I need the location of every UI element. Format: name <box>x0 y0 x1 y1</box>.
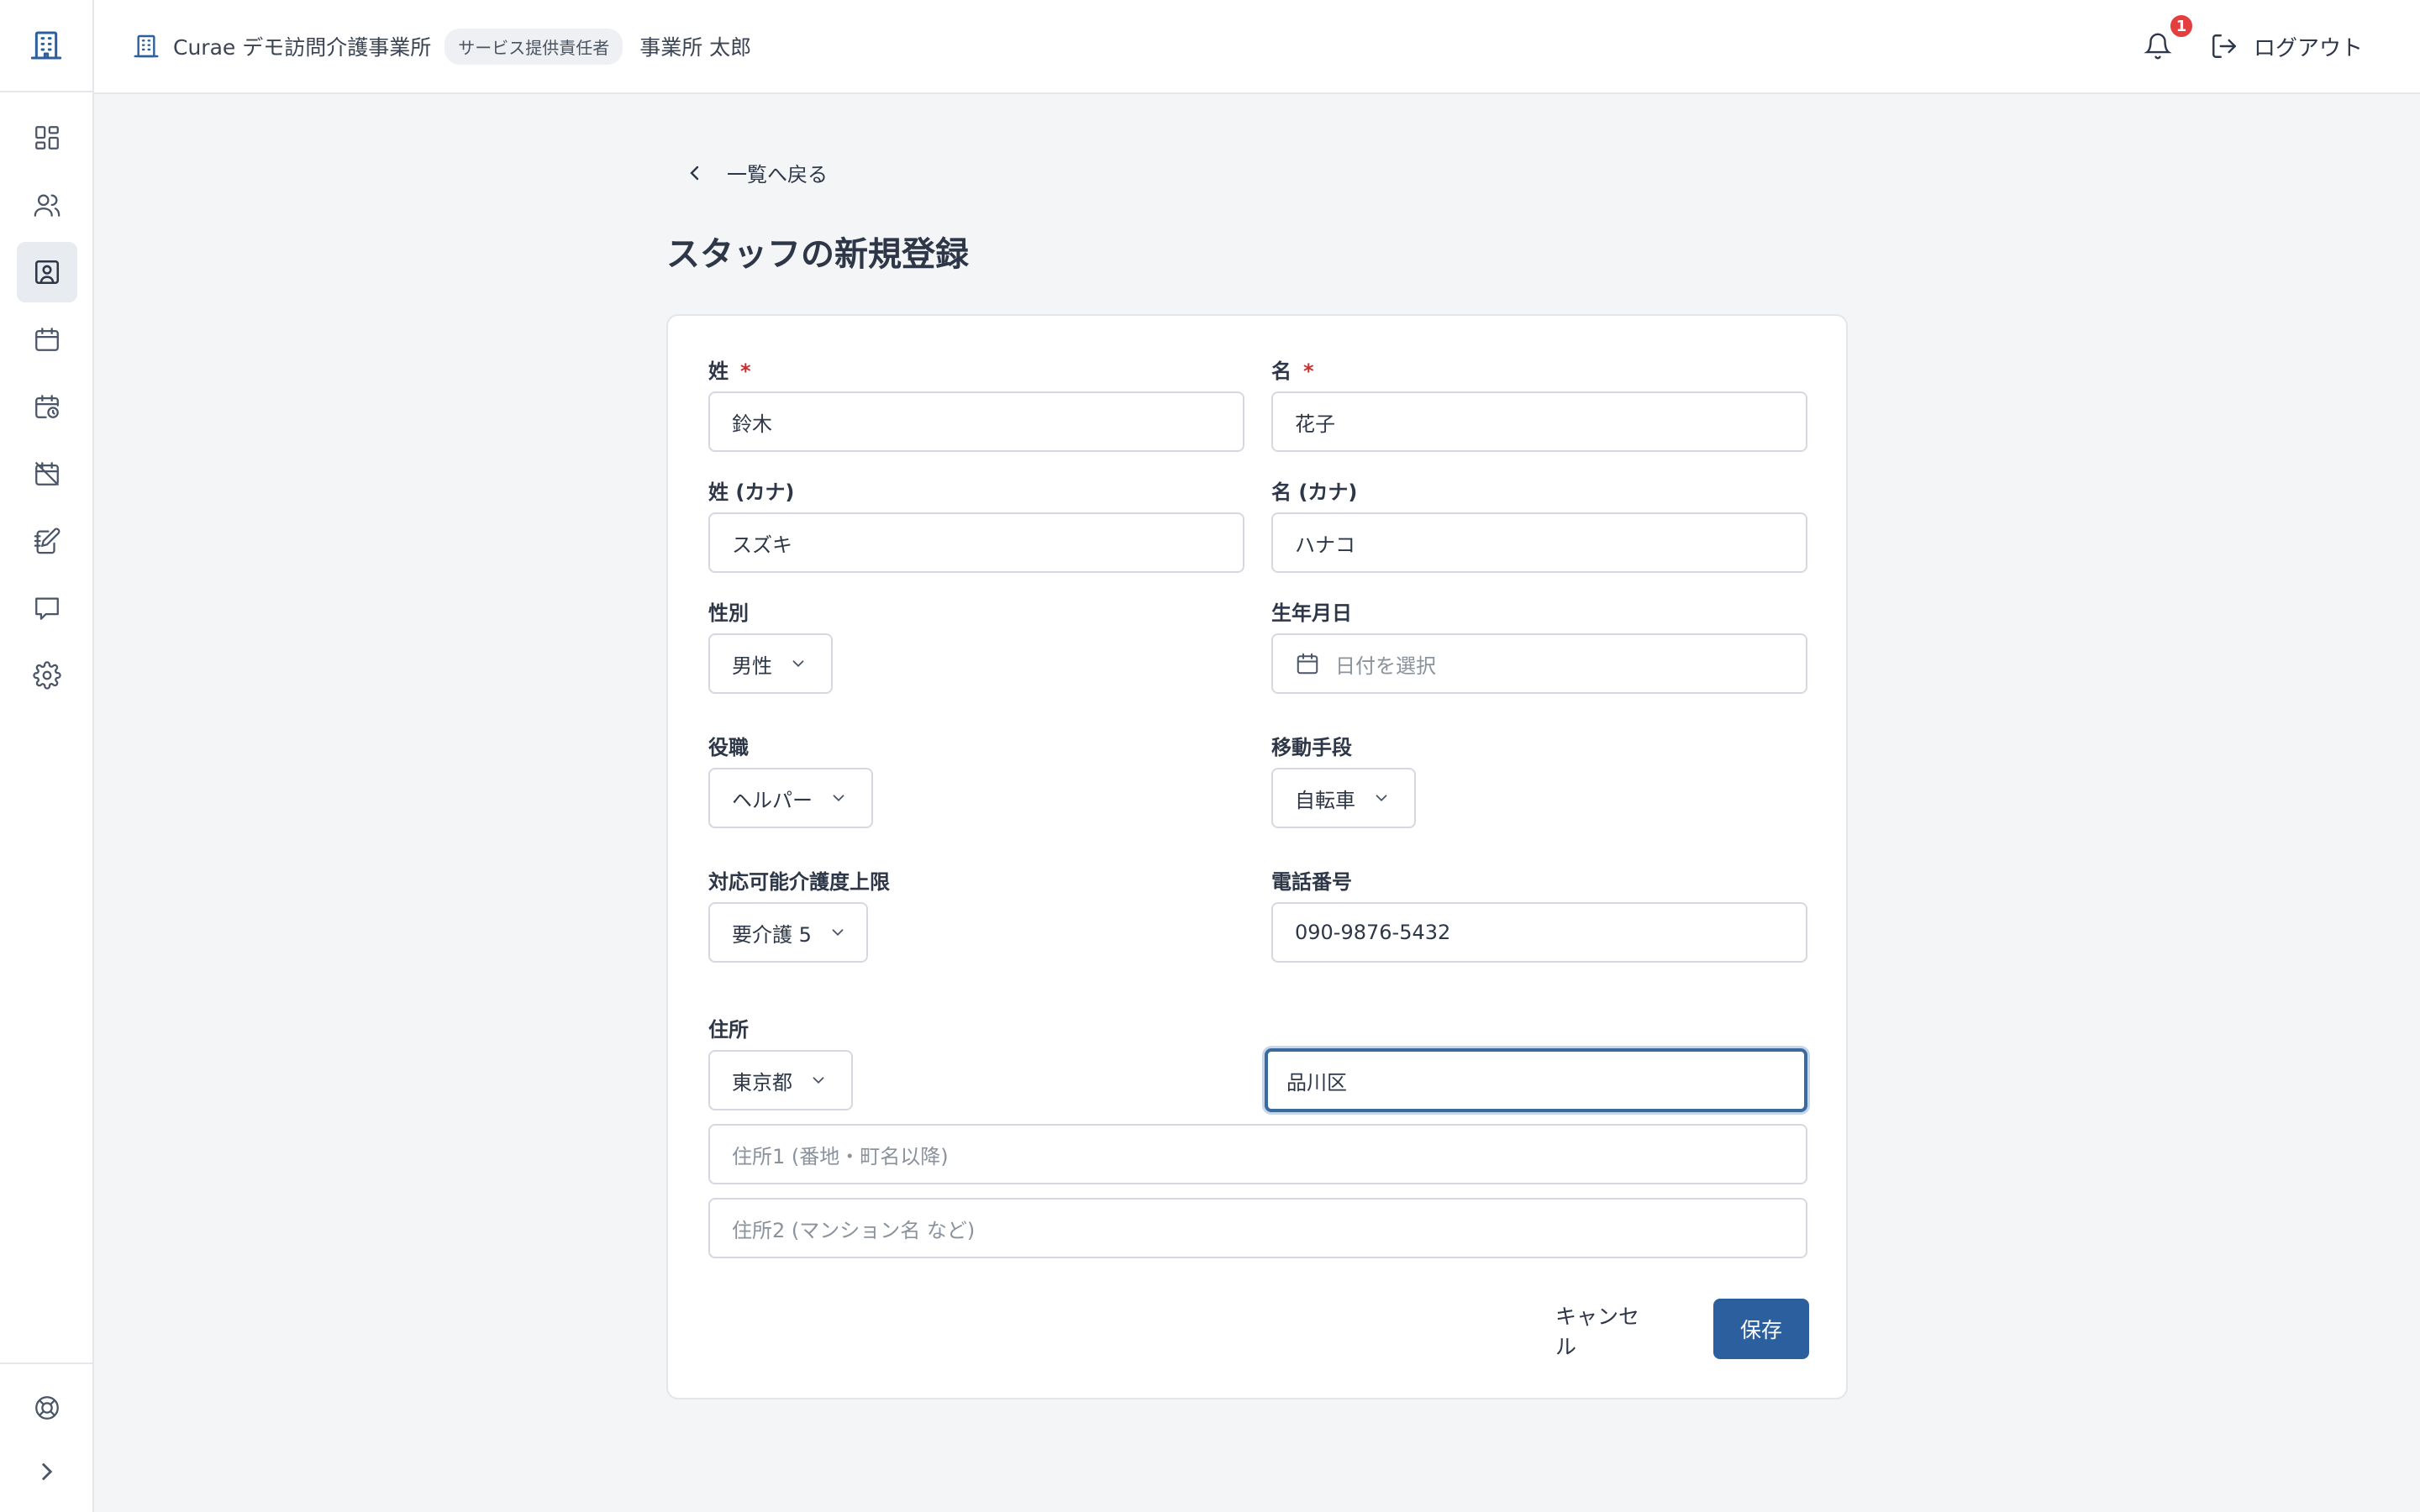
birthdate-placeholder: 日付を選択 <box>1335 654 1436 678</box>
dashboard-icon <box>35 126 59 150</box>
logout-button[interactable]: ログアウト <box>2210 31 2363 62</box>
chevron-left-icon <box>690 165 699 180</box>
sidebar <box>0 0 94 1512</box>
last-name-kana-label: 姓 (カナ) <box>708 480 795 504</box>
sidebar-item-dashboard[interactable] <box>17 108 77 168</box>
phone-label: 電話番号 <box>1271 870 1352 894</box>
notification-count-badge: 1 <box>2167 13 2195 39</box>
transport-value: 自転車 <box>1295 788 1355 812</box>
last-name-kana-input[interactable]: スズキ <box>708 512 1244 573</box>
first-name-input[interactable]: 花子 <box>1271 391 1807 452</box>
building-icon <box>30 31 62 60</box>
address-label: 住所 <box>708 1018 749 1042</box>
birthdate-label: 生年月日 <box>1271 601 1352 625</box>
save-button[interactable]: 保存 <box>1713 1299 1809 1359</box>
first-name-kana-label: 名 (カナ) <box>1271 480 1358 504</box>
calendar-icon <box>35 328 59 351</box>
last-name-input[interactable]: 鈴木 <box>708 391 1244 452</box>
address-line1-input[interactable]: 住所1 (番地・町名以降) <box>708 1124 1807 1184</box>
chevron-down-icon <box>792 660 804 668</box>
staff-form-card: 姓 * 鈴木 名 * 花子 姓 (カナ) スズキ 名 (カナ) ハナコ 性別 男性 … <box>666 314 1848 1399</box>
logout-icon <box>2212 34 2236 58</box>
staff-icon <box>34 260 60 285</box>
gender-value: 男性 <box>732 654 772 678</box>
message-icon <box>35 597 59 620</box>
role-badge: サービス提供責任者 <box>445 28 623 65</box>
chevron-down-icon <box>832 929 844 937</box>
schedule-icon <box>35 395 59 418</box>
position-select[interactable]: ヘルパー <box>708 768 873 828</box>
calendar-off-icon <box>35 462 59 486</box>
transport-label: 移動手段 <box>1271 736 1352 759</box>
calendar-icon <box>1297 653 1318 675</box>
sidebar-item-help[interactable] <box>17 1378 77 1438</box>
app-logo[interactable] <box>0 0 92 92</box>
org-name: Curae デモ訪問介護事業所 <box>173 35 432 60</box>
chevron-down-icon <box>1376 795 1387 802</box>
required-mark: * <box>1303 360 1314 383</box>
sidebar-item-schedule[interactable] <box>17 376 77 437</box>
prefecture-value: 東京都 <box>732 1070 792 1095</box>
gender-select[interactable]: 男性 <box>708 633 833 694</box>
notifications-button[interactable]: 1 <box>2141 13 2195 63</box>
phone-input[interactable]: 090-9876-5432 <box>1271 902 1807 963</box>
org-info: Curae デモ訪問介護事業所 サービス提供責任者 事業所 太郎 <box>133 0 751 92</box>
sidebar-expand-button[interactable] <box>17 1441 77 1502</box>
sidebar-item-settings[interactable] <box>17 645 77 706</box>
required-mark: * <box>740 360 751 383</box>
top-header: Curae デモ訪問介護事業所 サービス提供責任者 事業所 太郎 1 ログアウト <box>94 0 2420 94</box>
users-icon <box>34 194 60 217</box>
back-to-list-link[interactable]: 一覧へ戻る <box>685 158 828 187</box>
back-label: 一覧へ戻る <box>727 163 828 186</box>
notebook-icon <box>34 528 60 554</box>
sidebar-divider <box>0 1362 92 1364</box>
sidebar-item-calendar-off[interactable] <box>17 444 77 504</box>
help-icon <box>35 1396 59 1420</box>
gear-icon <box>33 661 61 690</box>
first-name-kana-input[interactable]: ハナコ <box>1271 512 1807 573</box>
care-level-value: 要介護 5 <box>732 922 812 947</box>
page-title: スタッフの新規登録 <box>666 235 969 274</box>
birthdate-picker[interactable]: 日付を選択 <box>1271 633 1807 694</box>
care-level-label: 対応可能介護度上限 <box>708 870 890 894</box>
gender-label: 性別 <box>708 601 749 625</box>
sidebar-item-records[interactable] <box>17 511 77 571</box>
building-icon <box>134 34 159 58</box>
address-line2-input[interactable]: 住所2 (マンション名 など) <box>708 1198 1807 1258</box>
care-level-select[interactable]: 要介護 5 <box>708 902 868 963</box>
city-input[interactable]: 品川区 <box>1265 1048 1807 1112</box>
first-name-label: 名 * <box>1271 360 1314 383</box>
cancel-button[interactable]: キャンセル <box>1555 1300 1656 1361</box>
sidebar-item-calendar[interactable] <box>17 309 77 370</box>
sidebar-item-messages[interactable] <box>17 578 77 638</box>
user-name: 事業所 太郎 <box>639 35 752 60</box>
expand-icon <box>42 1463 53 1480</box>
chevron-down-icon <box>813 1077 824 1084</box>
transport-select[interactable]: 自転車 <box>1271 768 1416 828</box>
last-name-label: 姓 * <box>708 360 751 383</box>
position-label: 役職 <box>708 736 749 759</box>
chevron-down-icon <box>833 795 844 802</box>
sidebar-item-users[interactable] <box>17 175 77 235</box>
bell-icon <box>2144 33 2172 60</box>
prefecture-select[interactable]: 東京都 <box>708 1050 853 1110</box>
header-actions: 1 ログアウト <box>2141 0 2363 92</box>
position-value: ヘルパー <box>732 788 813 812</box>
sidebar-item-staff[interactable] <box>17 242 77 302</box>
logout-label: ログアウト <box>2253 35 2363 61</box>
